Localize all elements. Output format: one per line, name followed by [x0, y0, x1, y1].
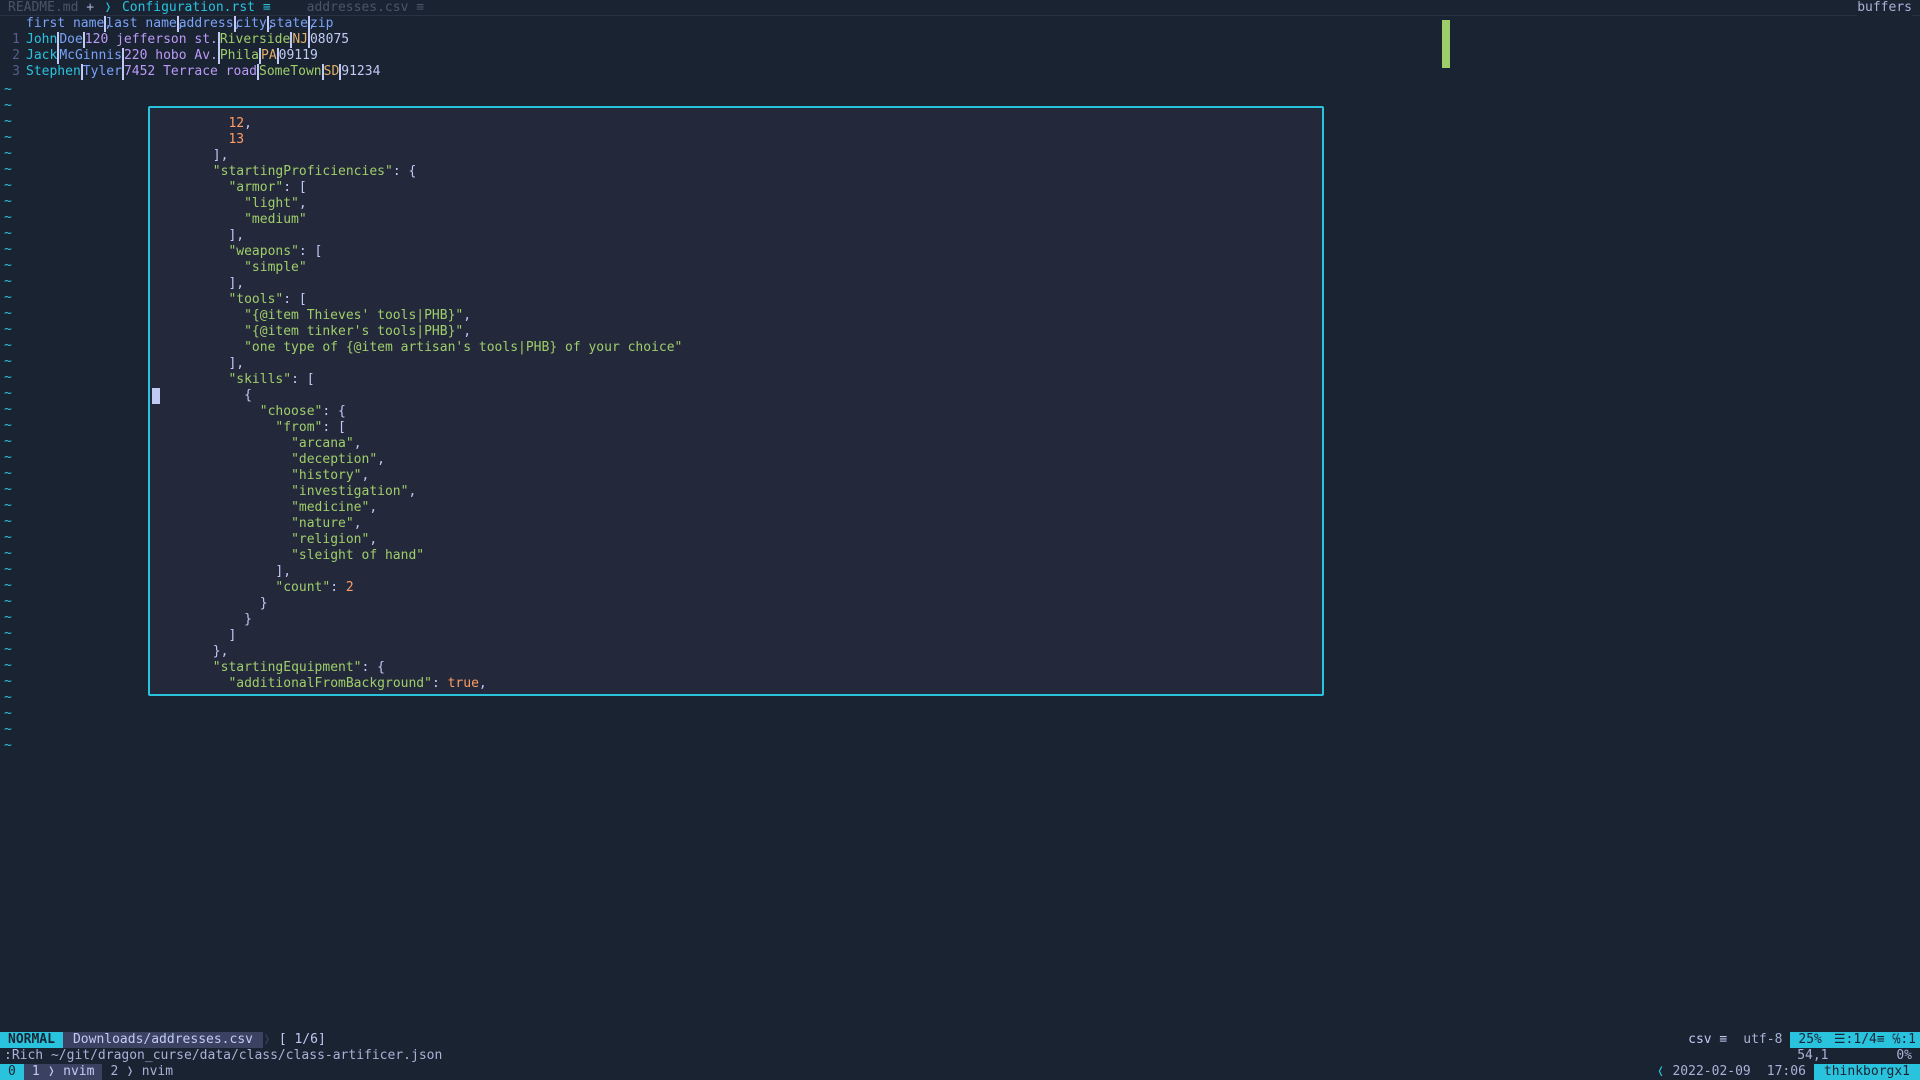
filetype: csv ≡ [1680, 1032, 1735, 1048]
line-col: ☰:1/4≡ ℅:1 [1830, 1032, 1920, 1048]
tmux-time: 17:06 [1759, 1064, 1814, 1080]
scroll-pct: 0% [1896, 1048, 1912, 1063]
tmux-hostname: thinkborgx1 [1814, 1064, 1920, 1080]
tab-configuration[interactable]: Configuration.rst ≡ [114, 0, 279, 15]
cursor [152, 388, 160, 404]
tmux-window-2[interactable]: 2 ❭ nvim [102, 1064, 181, 1080]
cursor-pos: 54,1 [1797, 1048, 1888, 1063]
tab-readme[interactable]: README.md + [0, 0, 102, 15]
command-line[interactable]: :Rich ~/git/dragon_curse/data/class/clas… [0, 1048, 1920, 1064]
command-text: :Rich ~/git/dragon_curse/data/class/clas… [4, 1048, 442, 1064]
csv-header: first name, last name, address, city, st… [0, 16, 1920, 32]
percent: 25% [1790, 1032, 1829, 1048]
table-row: 2Jack,McGinnis,220 hobo Av.,Phila, PA,09… [0, 48, 1920, 64]
tmux-session[interactable]: 0 [0, 1064, 24, 1080]
table-row: 1John,Doe,120 jefferson st.,Riverside, N… [0, 32, 1920, 48]
search-match: [ 1/6] [271, 1032, 334, 1048]
table-row: 3Stephen,Tyler,7452 Terrace road,SomeTow… [0, 64, 1920, 80]
buffer-tabs: README.md + ❭ Configuration.rst ≡ addres… [0, 0, 1920, 16]
tmux-window-1[interactable]: 1 ❭ nvim [24, 1064, 103, 1080]
rich-preview-popup[interactable]: 12, 13 ], "startingProficiencies": { "ar… [148, 106, 1324, 696]
csv-content[interactable]: 1John,Doe,120 jefferson st.,Riverside, N… [0, 32, 1920, 80]
tab-addresses[interactable]: addresses.csv ≡ [299, 0, 432, 15]
buffers-label: buffers [1857, 0, 1912, 16]
tmux-date: 2022-02-09 [1664, 1064, 1758, 1080]
empty-lines: ~~~~~~~~~~~~~~~~~~~~~~~~~~~~~~~~~~~~~~~~… [0, 82, 12, 754]
statusline: NORMAL Downloads/addresses.csv ❭ [ 1/6] … [0, 1032, 1920, 1048]
scroll-indicator [1442, 20, 1450, 68]
file-path: Downloads/addresses.csv [63, 1032, 263, 1048]
encoding: utf-8 [1735, 1032, 1790, 1048]
tmux-statusbar: 0 1 ❭ nvim 2 ❭ nvim ❬ 2022-02-09 17:06 t… [0, 1064, 1920, 1080]
mode-indicator: NORMAL [0, 1032, 63, 1048]
